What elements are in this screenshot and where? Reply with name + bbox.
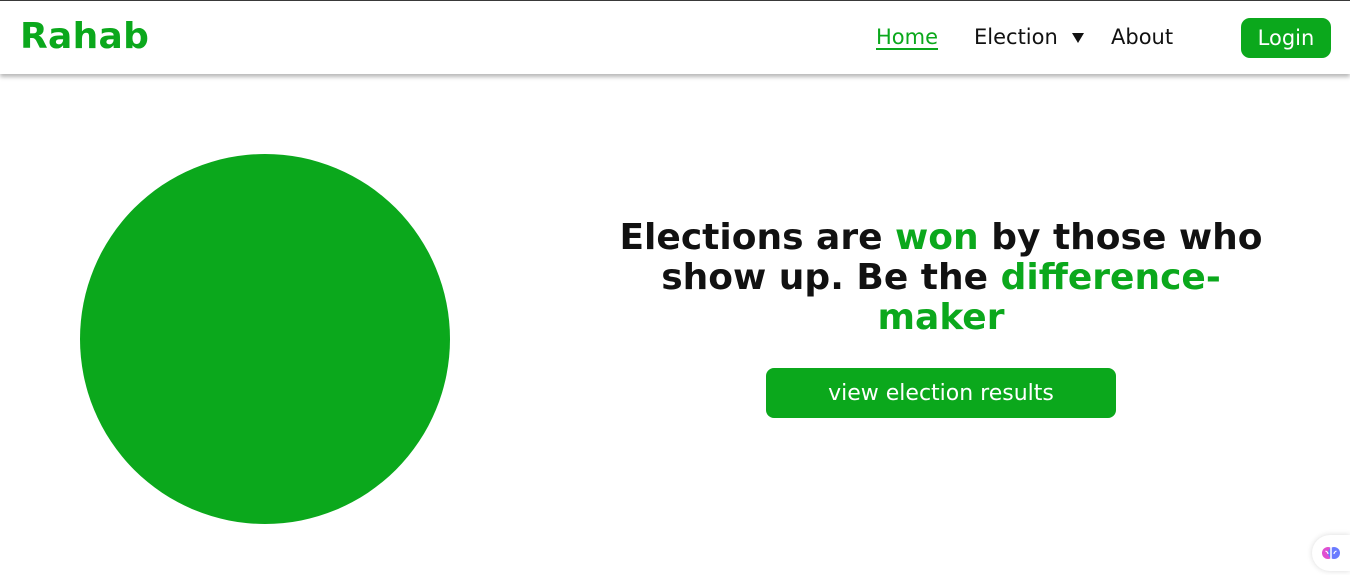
nav-about-link[interactable]: About: [1111, 23, 1173, 51]
login-button[interactable]: Login: [1241, 18, 1331, 58]
hero-headline: Elections are won by those who show up. …: [600, 218, 1282, 338]
extension-badge[interactable]: [1312, 535, 1350, 571]
brain-icon: [1322, 547, 1340, 559]
nav-home-link[interactable]: Home: [876, 23, 938, 51]
hero-content: Elections are won by those who show up. …: [600, 218, 1282, 418]
hero-circle-graphic: [80, 154, 450, 524]
caret-down-icon: [1071, 33, 1084, 43]
headline-text-1: Elections are: [619, 217, 896, 258]
view-election-results-button[interactable]: view election results: [766, 368, 1116, 418]
brand-logo[interactable]: Rahab: [20, 15, 149, 59]
navbar: Rahab Home Election About Login: [0, 1, 1350, 74]
nav-election-label: Election: [974, 25, 1058, 49]
nav-election-dropdown[interactable]: Election: [974, 23, 1084, 51]
headline-accent-won: won: [895, 217, 979, 258]
